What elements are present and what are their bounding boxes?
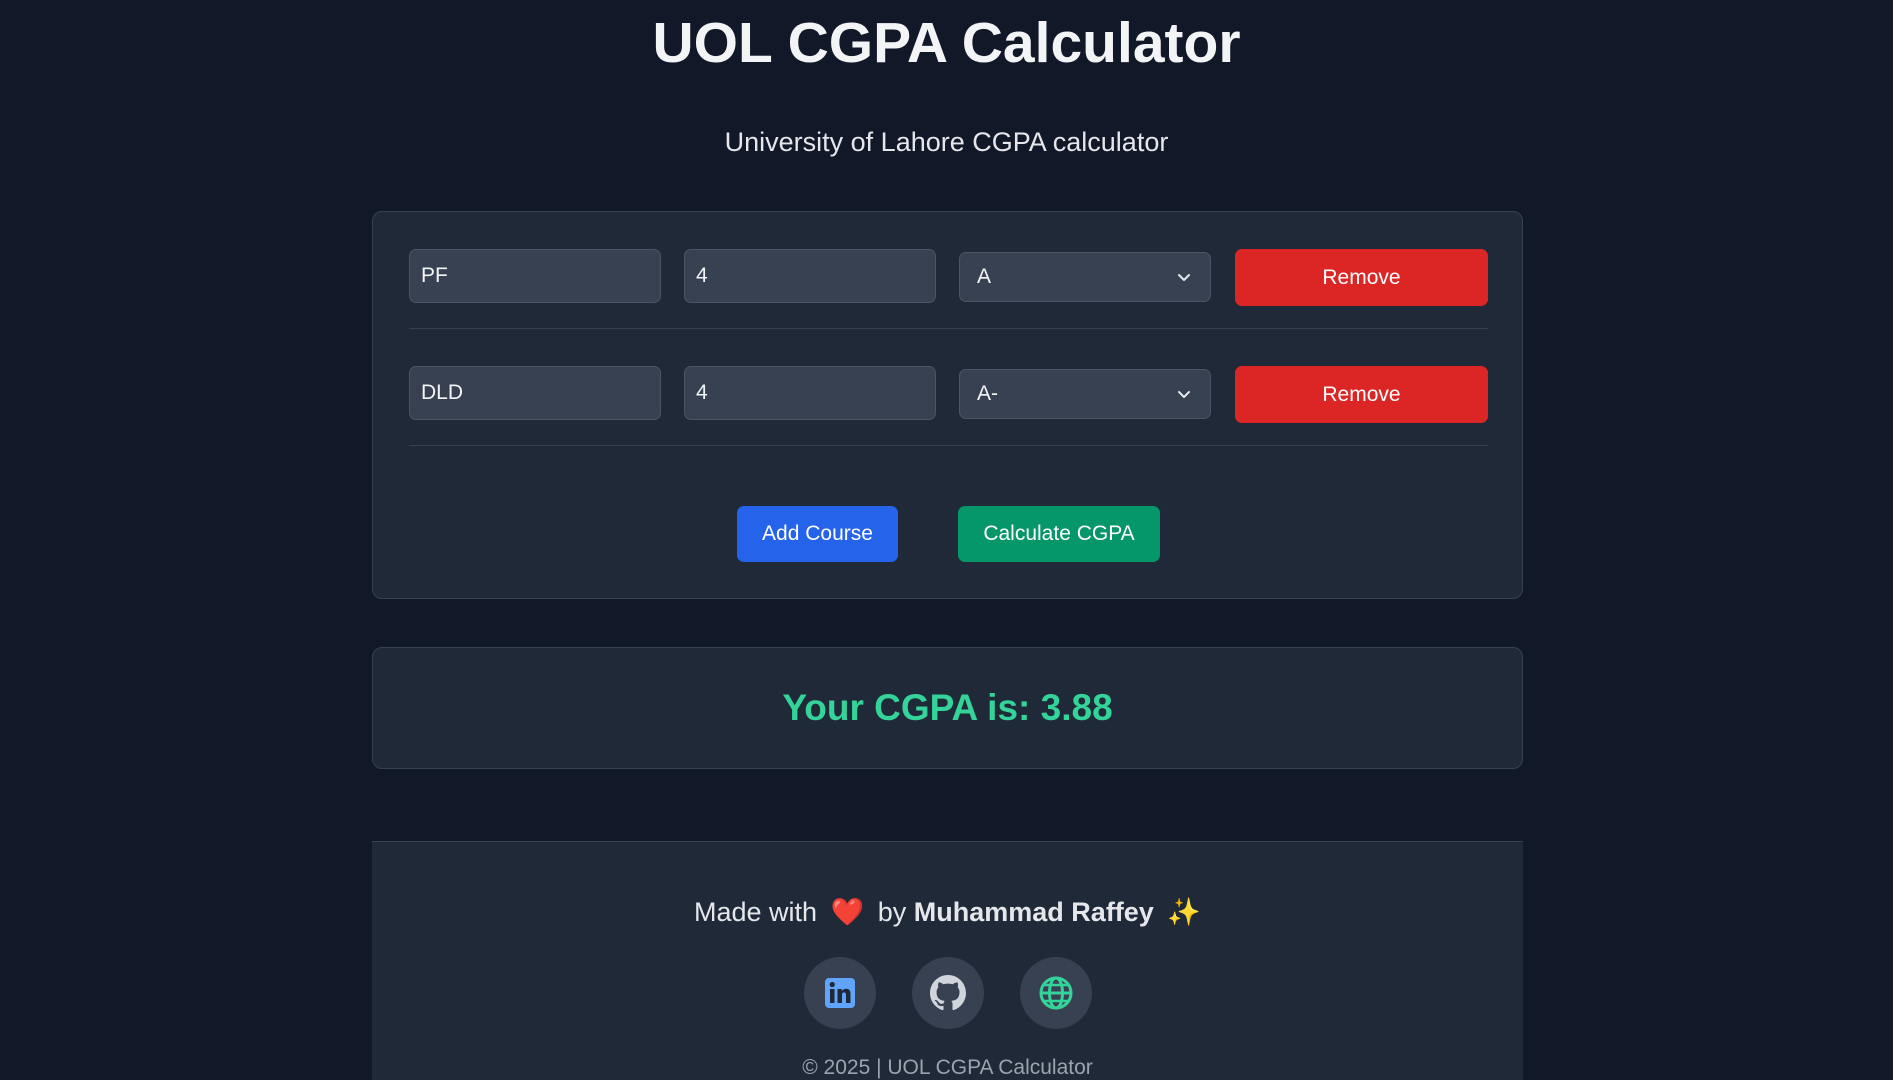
course-name-input[interactable]	[409, 366, 661, 420]
add-course-button[interactable]: Add Course	[737, 506, 898, 562]
github-icon	[930, 975, 966, 1011]
github-link[interactable]	[912, 957, 984, 1029]
courses-card: A Remove A- Remove Add Course Calculate …	[372, 211, 1523, 599]
credit-hours-input[interactable]	[684, 366, 936, 420]
cgpa-result: Your CGPA is: 3.88	[782, 687, 1113, 728]
course-row: A Remove	[409, 212, 1488, 329]
chevron-down-icon	[1178, 391, 1190, 398]
remove-button[interactable]: Remove	[1235, 366, 1488, 423]
credit-hours-input[interactable]	[684, 249, 936, 303]
author-name: Muhammad Raffey	[913, 897, 1154, 927]
course-name-input[interactable]	[409, 249, 661, 303]
result-card: Your CGPA is: 3.88	[372, 647, 1523, 769]
chevron-down-icon	[1178, 274, 1190, 281]
page-subtitle: University of Lahore CGPA calculator	[724, 127, 1169, 157]
copyright-text: © 2025 | UOL CGPA Calculator	[802, 1056, 1093, 1079]
grade-select[interactable]: A-	[959, 369, 1211, 419]
social-links	[372, 957, 1523, 1029]
linkedin-link[interactable]	[804, 957, 876, 1029]
calculate-cgpa-button[interactable]: Calculate CGPA	[958, 506, 1160, 562]
remove-button[interactable]: Remove	[1235, 249, 1488, 306]
made-with-line: Made with ❤️ by Muhammad Raffey ✨	[372, 892, 1523, 932]
page: UOL CGPA Calculator University of Lahore…	[0, 0, 1893, 1080]
heart-icon: ❤️	[830, 897, 865, 927]
footer: Made with ❤️ by Muhammad Raffey ✨ © 2025…	[372, 841, 1523, 1080]
by-text: by	[877, 897, 907, 927]
website-link[interactable]	[1020, 957, 1092, 1029]
grade-value: A	[977, 265, 992, 288]
course-row: A- Remove	[409, 329, 1488, 446]
page-title: UOL CGPA Calculator	[652, 11, 1241, 75]
sparkle-icon: ✨	[1167, 897, 1201, 927]
linkedin-icon	[825, 978, 855, 1008]
globe-icon	[1039, 976, 1073, 1010]
grade-select[interactable]: A	[959, 252, 1211, 302]
made-with-text: Made with	[694, 897, 818, 927]
grade-value: A-	[977, 382, 998, 405]
